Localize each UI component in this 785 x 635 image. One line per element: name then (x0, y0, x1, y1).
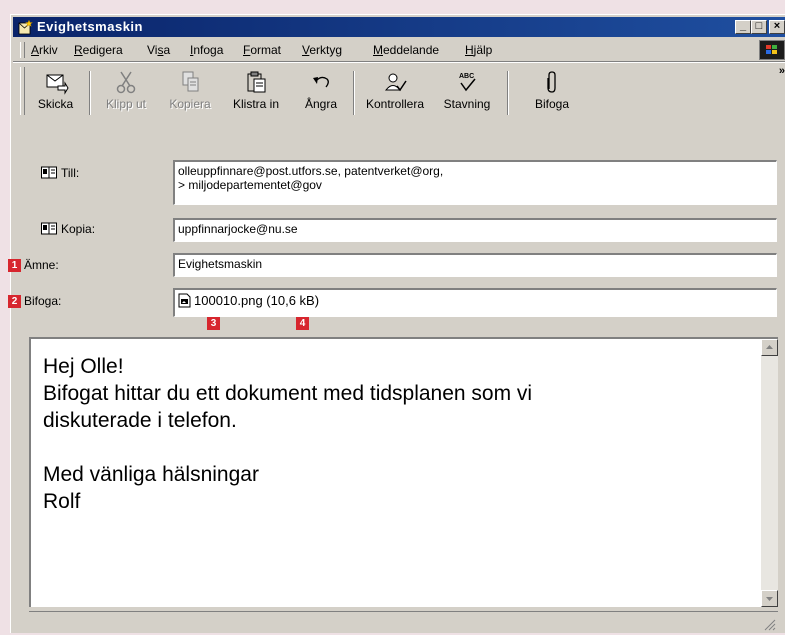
paperclip-icon (547, 71, 556, 93)
to-field-line: olleuppfinnare@post.utfors.se, patentver… (178, 164, 444, 178)
mail-window: Evighetsmaskin _ □ × Arkiv Redigera Visa… (8, 14, 785, 635)
window-title: Evighetsmaskin (37, 19, 143, 34)
to-field-line: > miljodepartementet@gov (178, 178, 322, 192)
toolbar-separator (353, 71, 355, 115)
message-line: Hej Olle! (43, 355, 124, 378)
svg-text:ABC: ABC (459, 73, 474, 80)
subject-field[interactable]: Evighetsmaskin (173, 253, 777, 277)
spellcheck-icon: ABC (459, 73, 476, 92)
maximize-button[interactable]: □ (751, 20, 767, 34)
callout-badge: 4 (296, 317, 309, 330)
menu-hjalp[interactable]: Hjälp (465, 43, 492, 57)
callout-badge: 1 (8, 259, 21, 272)
message-line: diskuterade i telefon. (43, 409, 237, 432)
message-line: Rolf (43, 490, 81, 513)
check-names-icon (384, 73, 407, 92)
toolbar-grip[interactable] (20, 67, 25, 115)
menu-redigera[interactable]: Redigera (74, 43, 123, 57)
toolbar-separator (89, 71, 91, 115)
message-body[interactable]: Hej Olle! Bifogat hittar du ett dokument… (29, 337, 778, 607)
copy-icon (182, 71, 199, 92)
menu-meddelande[interactable]: Meddelande (373, 43, 439, 57)
message-line (43, 434, 532, 461)
windows-logo-icon (759, 40, 785, 60)
toolbar-separator (507, 71, 509, 115)
attach-label: Bifoga: (24, 294, 62, 308)
menu-verktyg[interactable]: Verktyg (302, 43, 342, 57)
cut-button[interactable]: Klipp ut (97, 69, 155, 117)
toolbar: Skicka Klipp ut Kopiera Klistra in Ångra… (13, 62, 785, 159)
menu-visa[interactable]: Visa (147, 43, 170, 57)
spelling-button[interactable]: ABC Stavning (435, 69, 499, 117)
attachment-field[interactable]: 100010.png (10,6 kB) (173, 288, 777, 317)
undo-button[interactable]: Ångra (297, 69, 345, 117)
to-label[interactable]: Till: (41, 166, 79, 180)
callout-badge: 3 (207, 317, 220, 330)
undo-icon (313, 76, 329, 88)
attachment-item[interactable]: 100010.png (10,6 kB) (178, 293, 319, 308)
cc-field[interactable]: uppfinnarjocke@nu.se (173, 218, 777, 242)
resize-grip-icon[interactable] (762, 617, 776, 631)
menu-infoga[interactable]: Infoga (190, 43, 223, 57)
send-button[interactable]: Skicka (28, 69, 83, 117)
message-line: Med vänliga hälsningar (43, 463, 259, 486)
toolbar-more-chevron[interactable]: » (779, 65, 785, 77)
check-names-button[interactable]: Kontrollera (359, 69, 431, 117)
address-book-icon (41, 222, 57, 235)
send-icon (46, 74, 69, 95)
to-field[interactable]: olleuppfinnare@post.utfors.se, patentver… (173, 160, 777, 205)
scissors-icon (116, 71, 136, 94)
clipboard-icon (247, 71, 266, 93)
cc-label[interactable]: Kopia: (41, 222, 95, 236)
menu-bar: Arkiv Redigera Visa Infoga Format Verkty… (13, 39, 785, 62)
callout-badge: 2 (8, 295, 21, 308)
image-file-icon (178, 293, 191, 308)
subject-label: Ämne: (24, 258, 59, 272)
menu-arkiv[interactable]: Arkiv (31, 43, 58, 57)
scroll-down-button[interactable] (761, 590, 778, 607)
menu-format[interactable]: Format (243, 43, 281, 57)
copy-button[interactable]: Kopiera (161, 69, 219, 117)
message-line: Bifogat hittar du ett dokument med tidsp… (43, 382, 533, 405)
minimize-button[interactable]: _ (735, 20, 751, 34)
vertical-scrollbar[interactable] (761, 339, 778, 607)
title-bar[interactable]: Evighetsmaskin _ □ × (13, 17, 785, 37)
address-book-icon (41, 166, 57, 179)
paste-button[interactable]: Klistra in (225, 69, 287, 117)
message-text: Hej Olle! Bifogat hittar du ett dokument… (43, 353, 532, 515)
arrow-down-icon (766, 597, 773, 601)
arrow-up-icon (766, 345, 773, 349)
status-bar (29, 611, 778, 635)
scroll-up-button[interactable] (761, 339, 778, 356)
menu-grip[interactable] (20, 42, 25, 58)
new-message-icon (18, 19, 34, 35)
attach-button[interactable]: Bifoga (525, 69, 579, 117)
close-button[interactable]: × (769, 20, 785, 34)
